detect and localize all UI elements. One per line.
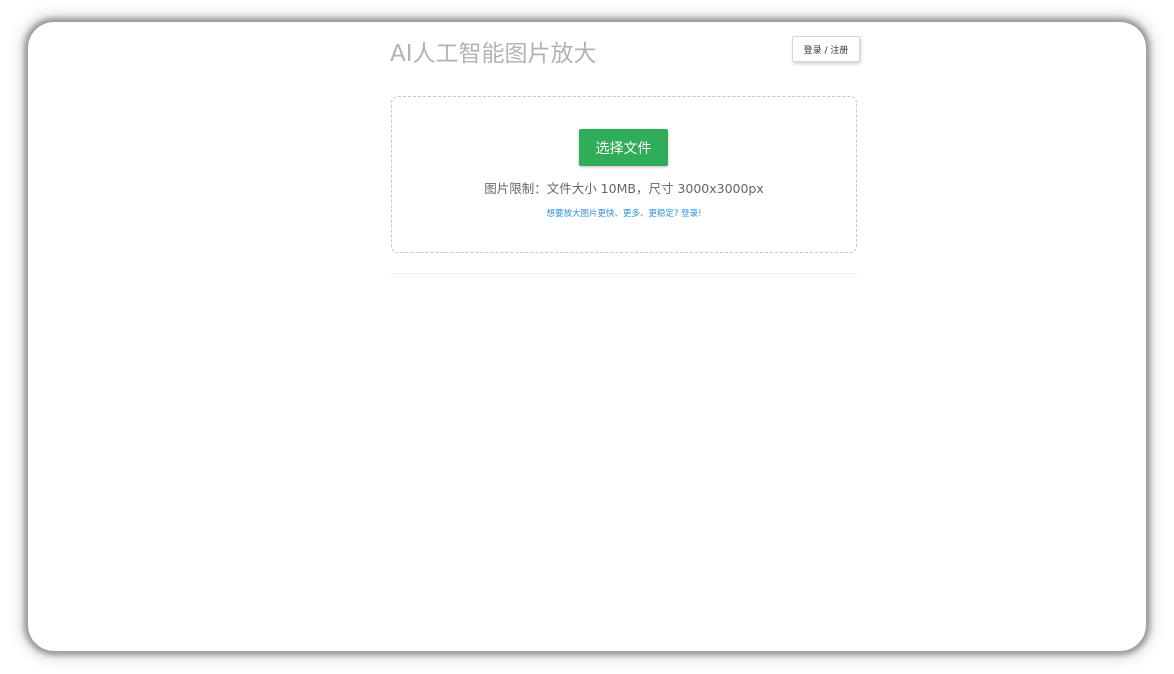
browser-window: AI人工智能图片放大 登录 / 注册 选择文件 图片限制：文件大小 10MB，尺… bbox=[28, 22, 1146, 651]
choose-file-button[interactable]: 选择文件 bbox=[579, 129, 668, 166]
login-hint-link[interactable]: 想要放大图片更快、更多、更稳定? 登录! bbox=[392, 207, 856, 219]
divider bbox=[391, 273, 857, 274]
page-title: AI人工智能图片放大 bbox=[390, 41, 597, 67]
screen: AI人工智能图片放大 登录 / 注册 选择文件 图片限制：文件大小 10MB，尺… bbox=[0, 0, 1174, 674]
image-limit-text: 图片限制：文件大小 10MB，尺寸 3000x3000px bbox=[484, 181, 764, 196]
login-register-button[interactable]: 登录 / 注册 bbox=[792, 36, 860, 62]
upload-dropzone[interactable]: 选择文件 图片限制：文件大小 10MB，尺寸 3000x3000px 想要放大图… bbox=[391, 96, 857, 253]
